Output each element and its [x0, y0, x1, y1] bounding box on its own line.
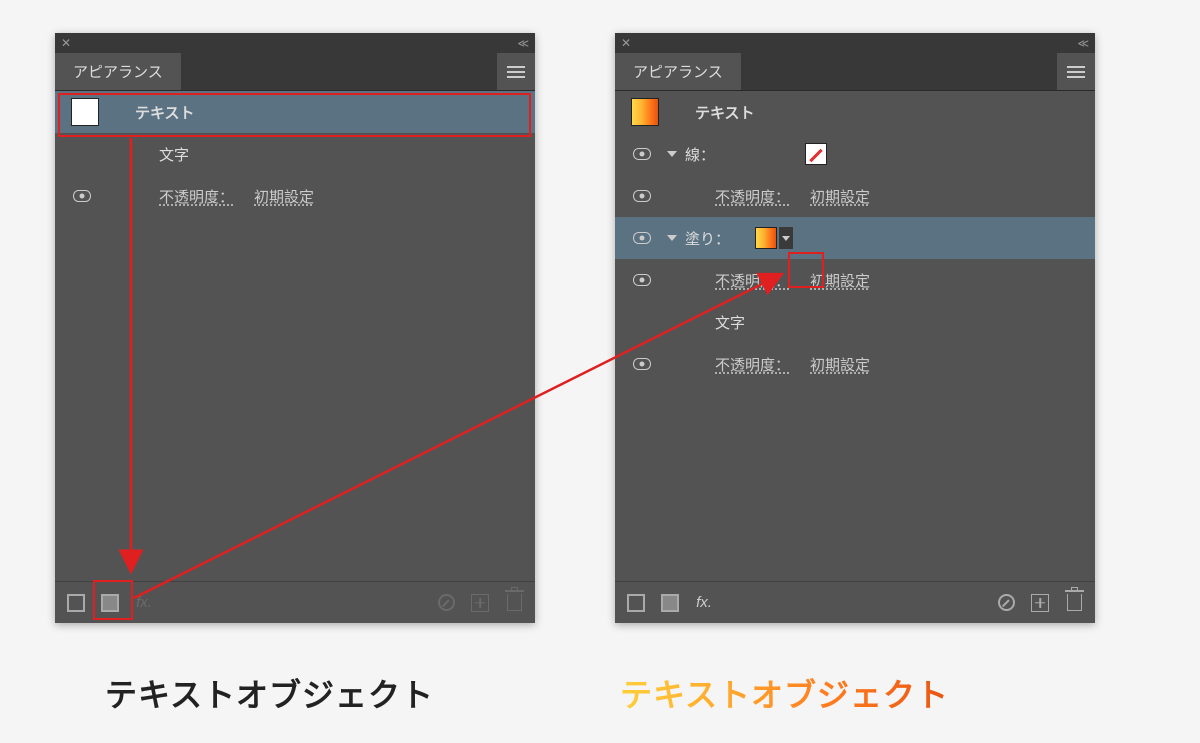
char-row[interactable]: 文字: [615, 301, 1095, 343]
panel-tabbar: アピアランス: [55, 53, 535, 91]
visibility-icon[interactable]: [633, 274, 651, 286]
delete-button[interactable]: [503, 592, 525, 614]
swatch-white[interactable]: [71, 98, 99, 126]
panel-tabbar: アピアランス: [615, 53, 1095, 91]
stroke-swatch-none[interactable]: [805, 143, 827, 165]
close-icon[interactable]: ✕: [61, 36, 71, 50]
clear-button[interactable]: [995, 592, 1017, 614]
visibility-icon[interactable]: [633, 232, 651, 244]
fill-label: 塗り：: [685, 228, 755, 249]
panel-menu-icon[interactable]: [497, 53, 535, 90]
clear-button[interactable]: [435, 592, 457, 614]
hamburger-icon: [507, 66, 525, 78]
opacity-label: 不透明度：: [715, 270, 790, 291]
collapse-icon[interactable]: ≪: [1077, 37, 1089, 50]
opacity-value: 初期設定: [810, 270, 870, 291]
chevron-down-icon[interactable]: [667, 151, 677, 157]
stroke-opacity-row[interactable]: 不透明度： 初期設定: [615, 175, 1095, 217]
fill-swatch-gradient[interactable]: [755, 227, 777, 249]
panel-footer: fx.: [615, 581, 1095, 623]
char-label: 文字: [715, 312, 745, 333]
panel-topbar: ✕ ≪: [615, 33, 1095, 53]
visibility-icon[interactable]: [633, 148, 651, 160]
fx-button[interactable]: fx.: [133, 592, 155, 614]
close-icon[interactable]: ✕: [621, 36, 631, 50]
tab-appearance[interactable]: アピアランス: [55, 53, 181, 90]
bottom-opacity-row[interactable]: 不透明度： 初期設定: [615, 343, 1095, 385]
opacity-row[interactable]: 不透明度： 初期設定: [55, 175, 535, 217]
appearance-panel-right: ✕ ≪ アピアランス テキスト 線： 不透明度： 初期設定: [615, 33, 1095, 623]
collapse-icon[interactable]: ≪: [517, 37, 529, 50]
swatch-gradient[interactable]: [631, 98, 659, 126]
opacity-value: 初期設定: [810, 354, 870, 375]
stroke-row[interactable]: 線：: [615, 133, 1095, 175]
duplicate-button[interactable]: [469, 592, 491, 614]
text-item-label: テキスト: [695, 102, 755, 123]
add-fill-button[interactable]: [659, 592, 681, 614]
caption-right: テキストオブジェクト: [620, 670, 949, 716]
add-stroke-button[interactable]: [65, 592, 87, 614]
opacity-label: 不透明度：: [715, 186, 790, 207]
fill-swatch-dropdown[interactable]: [779, 227, 793, 249]
text-item-label: テキスト: [135, 102, 195, 123]
delete-button[interactable]: [1063, 592, 1085, 614]
fill-row[interactable]: 塗り：: [615, 217, 1095, 259]
stroke-label: 線：: [685, 144, 745, 165]
item-text-row[interactable]: テキスト: [615, 91, 1095, 133]
opacity-value: 初期設定: [254, 186, 314, 207]
panel-body: テキスト 文字 不透明度： 初期設定: [55, 91, 535, 217]
visibility-icon[interactable]: [73, 190, 91, 202]
visibility-icon[interactable]: [633, 358, 651, 370]
panel-body: テキスト 線： 不透明度： 初期設定 塗り：: [615, 91, 1095, 385]
add-fill-button[interactable]: [99, 592, 121, 614]
fx-button[interactable]: fx.: [693, 592, 715, 614]
visibility-icon[interactable]: [633, 190, 651, 202]
hamburger-icon: [1067, 66, 1085, 78]
opacity-value: 初期設定: [810, 186, 870, 207]
opacity-label: 不透明度：: [715, 354, 790, 375]
opacity-label: 不透明度：: [159, 186, 234, 207]
fill-opacity-row[interactable]: 不透明度： 初期設定: [615, 259, 1095, 301]
caption-left: テキストオブジェクト: [105, 670, 434, 716]
add-stroke-button[interactable]: [625, 592, 647, 614]
char-label: 文字: [159, 144, 189, 165]
chevron-down-icon[interactable]: [667, 235, 677, 241]
duplicate-button[interactable]: [1029, 592, 1051, 614]
tab-appearance[interactable]: アピアランス: [615, 53, 741, 90]
panel-footer: fx.: [55, 581, 535, 623]
item-text-row[interactable]: テキスト: [55, 91, 535, 133]
panel-topbar: ✕ ≪: [55, 33, 535, 53]
panel-menu-icon[interactable]: [1057, 53, 1095, 90]
char-row[interactable]: 文字: [55, 133, 535, 175]
appearance-panel-left: ✕ ≪ アピアランス テキスト 文字 不透明度： 初期設定 fx.: [55, 33, 535, 623]
